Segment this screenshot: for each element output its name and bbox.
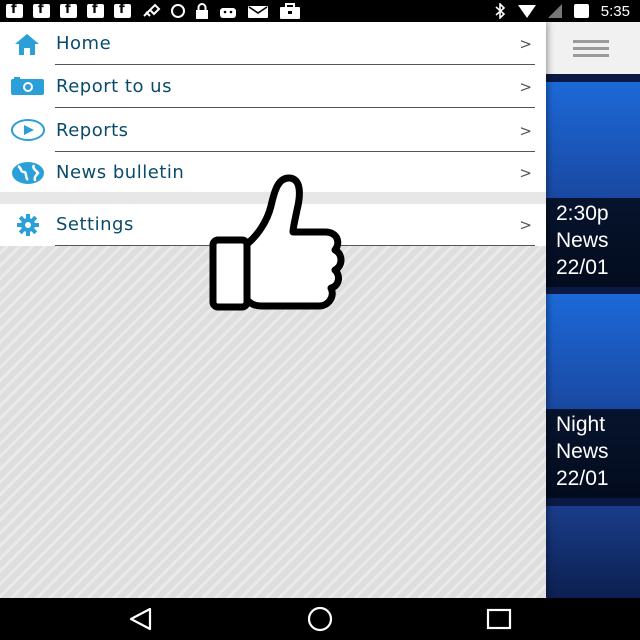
drawer-item-label: Settings (56, 214, 134, 235)
video-card[interactable]: 2:30p News 22/01 (546, 82, 640, 287)
drawer-item-home[interactable]: Home > (0, 22, 546, 65)
home-circle-icon[interactable] (305, 606, 335, 632)
navigation-bar (0, 598, 640, 640)
drawer-item-label: News bulletin (56, 162, 185, 183)
status-bar: 5:35 (0, 0, 640, 22)
facebook-icon (6, 2, 23, 18)
camera-icon (11, 77, 44, 95)
clock: 5:35 (600, 2, 630, 20)
battery-icon (573, 4, 589, 18)
home-icon (15, 34, 39, 55)
notification-icons (6, 2, 301, 19)
drawer-item-report-to-us[interactable]: Report to us > (0, 65, 546, 108)
facebook-icon (60, 2, 77, 18)
drawer-item-reports[interactable]: Reports > (0, 108, 546, 152)
drawer-item-label: Report to us (56, 76, 172, 97)
system-status: 5:35 (494, 2, 630, 20)
chevron-right-icon: > (519, 122, 532, 140)
drawer-item-label: Home (56, 33, 112, 54)
facebook-icon (33, 2, 50, 18)
lock-icon (196, 3, 208, 19)
drawer-item-label: Reports (56, 120, 129, 141)
facebook-icon (87, 2, 104, 18)
android-icon (220, 8, 236, 18)
app-toolbar (546, 22, 640, 74)
globe-icon (12, 162, 44, 184)
hamburger-menu-icon[interactable] (573, 40, 609, 57)
signal-icon (547, 4, 562, 18)
mail-icon (248, 6, 268, 18)
video-card[interactable]: Night News 22/01 (546, 294, 640, 498)
bluetooth-icon (495, 3, 505, 19)
play-icon (11, 119, 45, 141)
chevron-right-icon: > (519, 35, 532, 53)
back-icon[interactable] (126, 606, 156, 632)
thumbs-up-icon (209, 174, 345, 311)
briefcase-icon (280, 3, 300, 19)
video-card-caption: 2:30p News 22/01 (546, 198, 640, 287)
wifi-icon (517, 4, 536, 18)
video-card-caption: Night News 22/01 (546, 409, 640, 498)
satellite-icon (143, 3, 161, 17)
chevron-right-icon: > (519, 216, 532, 234)
chevron-right-icon: > (519, 78, 532, 96)
video-card[interactable] (546, 506, 640, 598)
do-not-disturb-icon (171, 4, 185, 18)
recents-icon[interactable] (485, 606, 515, 632)
facebook-icon (114, 2, 131, 18)
chevron-right-icon: > (519, 164, 532, 182)
gear-icon (17, 214, 39, 236)
